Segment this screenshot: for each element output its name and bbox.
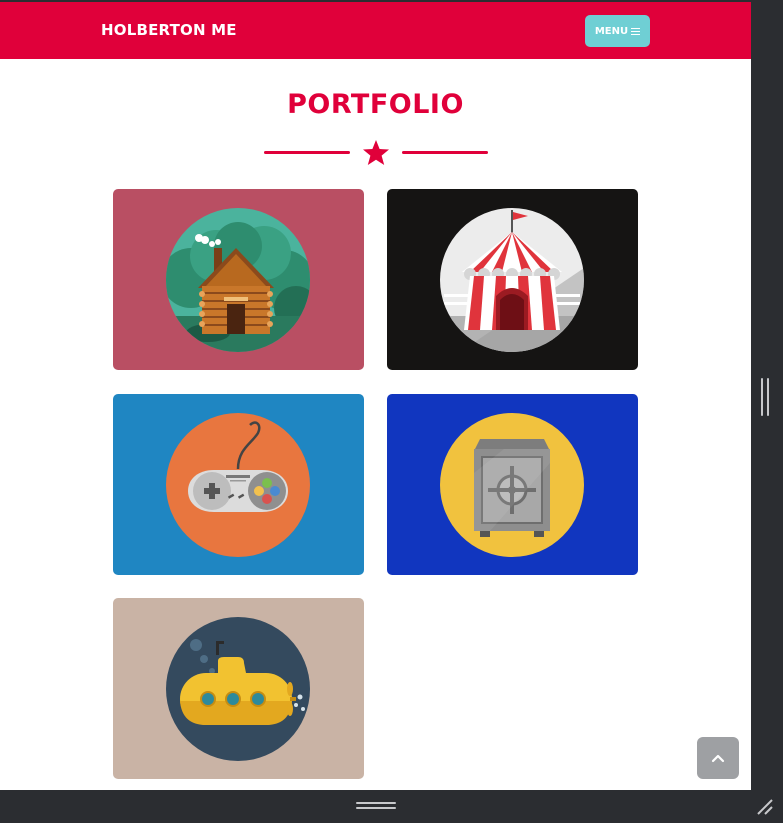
portfolio-item[interactable] (113, 189, 364, 370)
section-title: PORTFOLIO (287, 89, 464, 120)
brand-logo[interactable]: HOLBERTON ME (101, 21, 237, 39)
safe-icon (440, 413, 584, 557)
divider-line-right (402, 151, 488, 154)
resize-corner-icon[interactable] (755, 797, 775, 817)
page-viewport: HOLBERTON ME MENU PORTFOLIO (0, 0, 751, 790)
horizontal-resize-handle[interactable] (356, 802, 396, 811)
navbar: HOLBERTON ME MENU (0, 2, 751, 59)
divider-line-left (264, 151, 350, 154)
portfolio-item[interactable] (387, 394, 638, 575)
portfolio-item[interactable] (387, 189, 638, 370)
chevron-up-icon (711, 754, 725, 763)
menu-button-label: MENU (594, 25, 629, 37)
portfolio-item[interactable] (113, 394, 364, 575)
menu-button[interactable]: MENU (585, 15, 650, 47)
title-divider (264, 138, 488, 168)
vertical-resize-handle[interactable] (761, 378, 770, 416)
hamburger-icon (631, 27, 641, 36)
portfolio-item[interactable] (113, 598, 364, 779)
game-controller-icon (166, 413, 310, 557)
scroll-to-top-button[interactable] (697, 737, 739, 779)
log-cabin-icon (166, 208, 310, 352)
circus-tent-icon (440, 208, 584, 352)
star-icon (363, 140, 389, 165)
submarine-icon (166, 617, 310, 761)
